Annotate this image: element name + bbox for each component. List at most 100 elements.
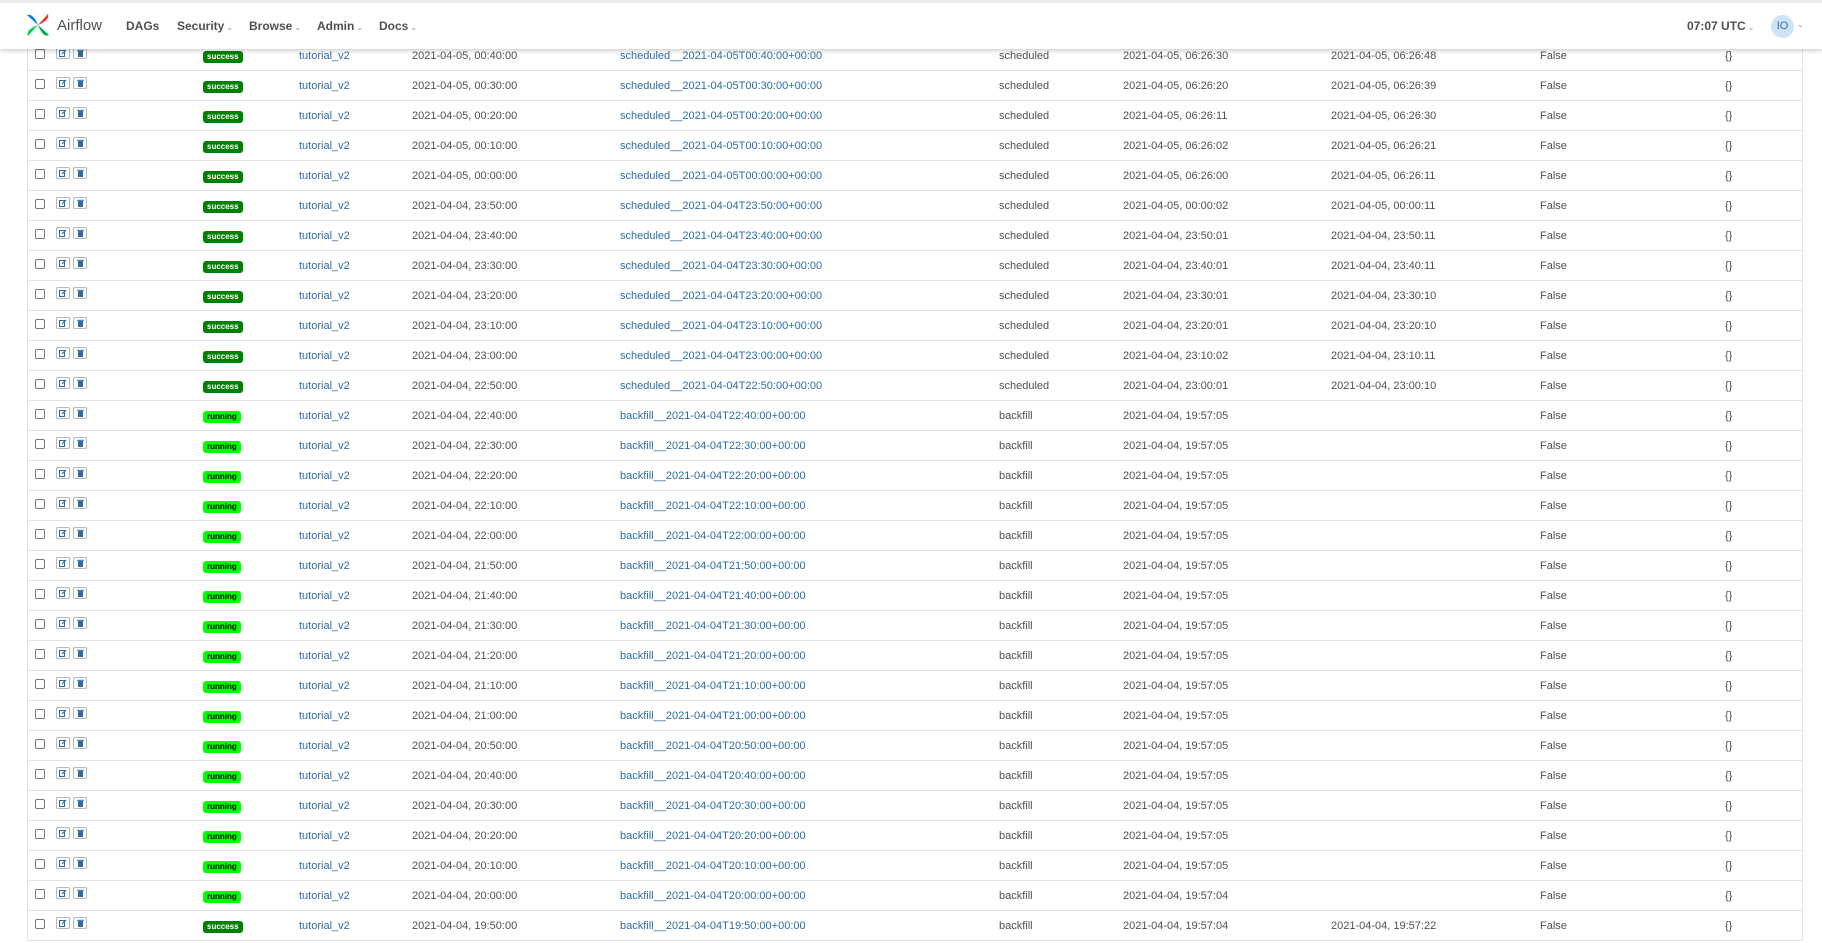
run-id-link[interactable]: scheduled__2021-04-04T23:20:00+00:00 bbox=[620, 290, 822, 302]
edit-record-button[interactable] bbox=[56, 647, 70, 659]
row-select-checkbox[interactable] bbox=[35, 379, 45, 389]
dag-id-link[interactable]: tutorial_v2 bbox=[299, 620, 350, 632]
dag-id-link[interactable]: tutorial_v2 bbox=[299, 440, 350, 452]
edit-record-button[interactable] bbox=[56, 527, 70, 539]
edit-record-button[interactable] bbox=[56, 767, 70, 779]
edit-record-button[interactable] bbox=[56, 887, 70, 899]
edit-record-button[interactable] bbox=[56, 167, 70, 179]
row-select-checkbox[interactable] bbox=[35, 439, 45, 449]
run-id-link[interactable]: scheduled__2021-04-04T23:00:00+00:00 bbox=[620, 350, 822, 362]
edit-record-button[interactable] bbox=[56, 107, 70, 119]
run-id-link[interactable]: scheduled__2021-04-04T23:40:00+00:00 bbox=[620, 230, 822, 242]
dag-id-link[interactable]: tutorial_v2 bbox=[299, 50, 350, 62]
row-select-checkbox[interactable] bbox=[35, 409, 45, 419]
row-select-checkbox[interactable] bbox=[35, 859, 45, 869]
run-id-link[interactable]: backfill__2021-04-04T22:10:00+00:00 bbox=[620, 500, 806, 512]
dag-id-link[interactable]: tutorial_v2 bbox=[299, 770, 350, 782]
dag-id-link[interactable]: tutorial_v2 bbox=[299, 650, 350, 662]
dag-id-link[interactable]: tutorial_v2 bbox=[299, 560, 350, 572]
run-id-link[interactable]: backfill__2021-04-04T22:00:00+00:00 bbox=[620, 530, 806, 542]
run-id-link[interactable]: backfill__2021-04-04T22:20:00+00:00 bbox=[620, 470, 806, 482]
run-id-link[interactable]: backfill__2021-04-04T21:20:00+00:00 bbox=[620, 650, 806, 662]
row-select-checkbox[interactable] bbox=[35, 109, 45, 119]
delete-record-button[interactable] bbox=[73, 887, 87, 899]
run-id-link[interactable]: scheduled__2021-04-05T00:20:00+00:00 bbox=[620, 110, 822, 122]
dag-id-link[interactable]: tutorial_v2 bbox=[299, 500, 350, 512]
dag-id-link[interactable]: tutorial_v2 bbox=[299, 800, 350, 812]
row-select-checkbox[interactable] bbox=[35, 709, 45, 719]
edit-record-button[interactable] bbox=[56, 377, 70, 389]
dag-id-link[interactable]: tutorial_v2 bbox=[299, 380, 350, 392]
edit-record-button[interactable] bbox=[56, 467, 70, 479]
delete-record-button[interactable] bbox=[73, 167, 87, 179]
row-select-checkbox[interactable] bbox=[35, 679, 45, 689]
delete-record-button[interactable] bbox=[73, 377, 87, 389]
dag-id-link[interactable]: tutorial_v2 bbox=[299, 140, 350, 152]
run-id-link[interactable]: scheduled__2021-04-04T23:50:00+00:00 bbox=[620, 200, 822, 212]
run-id-link[interactable]: backfill__2021-04-04T21:10:00+00:00 bbox=[620, 680, 806, 692]
delete-record-button[interactable] bbox=[73, 527, 87, 539]
delete-record-button[interactable] bbox=[73, 797, 87, 809]
dag-id-link[interactable]: tutorial_v2 bbox=[299, 110, 350, 122]
delete-record-button[interactable] bbox=[73, 227, 87, 239]
delete-record-button[interactable] bbox=[73, 347, 87, 359]
run-id-link[interactable]: backfill__2021-04-04T21:50:00+00:00 bbox=[620, 560, 806, 572]
dag-id-link[interactable]: tutorial_v2 bbox=[299, 290, 350, 302]
row-select-checkbox[interactable] bbox=[35, 799, 45, 809]
delete-record-button[interactable] bbox=[73, 827, 87, 839]
dag-id-link[interactable]: tutorial_v2 bbox=[299, 680, 350, 692]
edit-record-button[interactable] bbox=[56, 557, 70, 569]
edit-record-button[interactable] bbox=[56, 347, 70, 359]
run-id-link[interactable]: scheduled__2021-04-05T00:10:00+00:00 bbox=[620, 140, 822, 152]
edit-record-button[interactable] bbox=[56, 797, 70, 809]
delete-record-button[interactable] bbox=[73, 617, 87, 629]
dag-id-link[interactable]: tutorial_v2 bbox=[299, 350, 350, 362]
delete-record-button[interactable] bbox=[73, 557, 87, 569]
delete-record-button[interactable] bbox=[73, 437, 87, 449]
run-id-link[interactable]: backfill__2021-04-04T22:40:00+00:00 bbox=[620, 410, 806, 422]
edit-record-button[interactable] bbox=[56, 617, 70, 629]
edit-record-button[interactable] bbox=[56, 407, 70, 419]
row-select-checkbox[interactable] bbox=[35, 349, 45, 359]
run-id-link[interactable]: scheduled__2021-04-04T22:50:00+00:00 bbox=[620, 380, 822, 392]
run-id-link[interactable]: backfill__2021-04-04T21:40:00+00:00 bbox=[620, 590, 806, 602]
edit-record-button[interactable] bbox=[56, 827, 70, 839]
edit-record-button[interactable] bbox=[56, 857, 70, 869]
dag-id-link[interactable]: tutorial_v2 bbox=[299, 200, 350, 212]
edit-record-button[interactable] bbox=[56, 917, 70, 929]
edit-record-button[interactable] bbox=[56, 497, 70, 509]
run-id-link[interactable]: scheduled__2021-04-05T00:00:00+00:00 bbox=[620, 170, 822, 182]
row-select-checkbox[interactable] bbox=[35, 49, 45, 59]
row-select-checkbox[interactable] bbox=[35, 79, 45, 89]
row-select-checkbox[interactable] bbox=[35, 529, 45, 539]
edit-record-button[interactable] bbox=[56, 287, 70, 299]
edit-record-button[interactable] bbox=[56, 77, 70, 89]
dag-id-link[interactable]: tutorial_v2 bbox=[299, 230, 350, 242]
dag-id-link[interactable]: tutorial_v2 bbox=[299, 860, 350, 872]
run-id-link[interactable]: backfill__2021-04-04T20:10:00+00:00 bbox=[620, 860, 806, 872]
brand[interactable]: Airflow bbox=[24, 11, 102, 39]
delete-record-button[interactable] bbox=[73, 467, 87, 479]
run-id-link[interactable]: backfill__2021-04-04T21:30:00+00:00 bbox=[620, 620, 806, 632]
user-avatar[interactable]: IO bbox=[1771, 15, 1794, 38]
dag-id-link[interactable]: tutorial_v2 bbox=[299, 170, 350, 182]
chevron-down-icon[interactable]: ⌄ bbox=[1797, 20, 1804, 29]
row-select-checkbox[interactable] bbox=[35, 739, 45, 749]
run-id-link[interactable]: scheduled__2021-04-05T00:30:00+00:00 bbox=[620, 80, 822, 92]
delete-record-button[interactable] bbox=[73, 107, 87, 119]
run-id-link[interactable]: backfill__2021-04-04T19:50:00+00:00 bbox=[620, 920, 806, 932]
dag-id-link[interactable]: tutorial_v2 bbox=[299, 710, 350, 722]
dag-id-link[interactable]: tutorial_v2 bbox=[299, 830, 350, 842]
edit-record-button[interactable] bbox=[56, 227, 70, 239]
delete-record-button[interactable] bbox=[73, 917, 87, 929]
edit-record-button[interactable] bbox=[56, 677, 70, 689]
delete-record-button[interactable] bbox=[73, 737, 87, 749]
row-select-checkbox[interactable] bbox=[35, 319, 45, 329]
delete-record-button[interactable] bbox=[73, 287, 87, 299]
edit-record-button[interactable] bbox=[56, 587, 70, 599]
delete-record-button[interactable] bbox=[73, 317, 87, 329]
nav-admin[interactable]: Admin ⌄ bbox=[317, 19, 363, 33]
edit-record-button[interactable] bbox=[56, 737, 70, 749]
row-select-checkbox[interactable] bbox=[35, 139, 45, 149]
row-select-checkbox[interactable] bbox=[35, 469, 45, 479]
